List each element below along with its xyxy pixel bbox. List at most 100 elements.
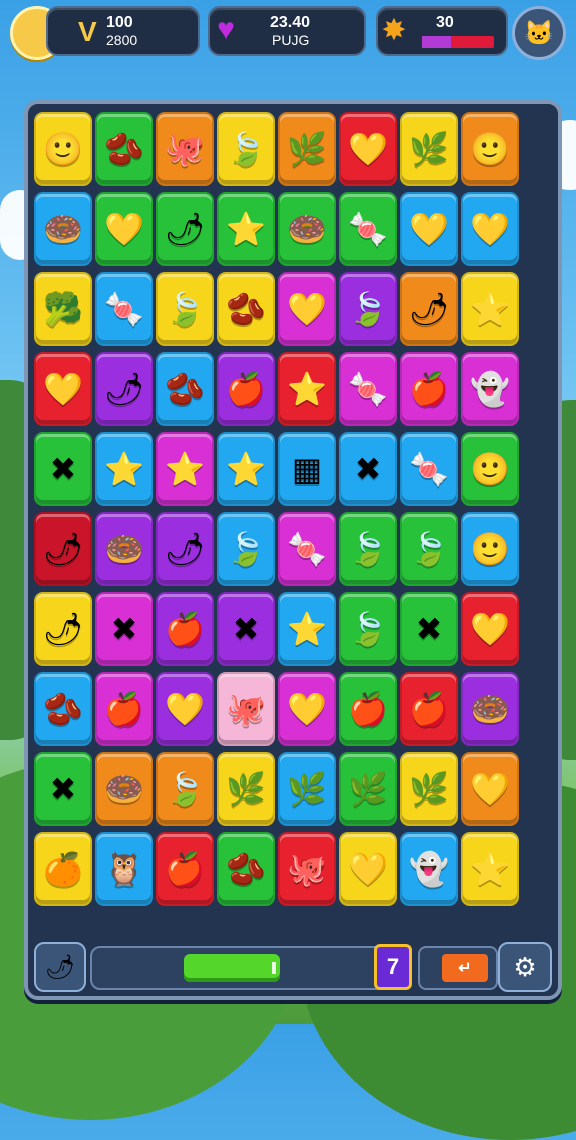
tile-ring[interactable]: 🍩 — [278, 192, 336, 266]
tile-cross[interactable]: ✖ — [400, 592, 458, 666]
tile-apple[interactable]: 🍎 — [400, 352, 458, 426]
tile-sprout[interactable]: 🌿 — [217, 752, 275, 826]
tile-heart[interactable]: 💛 — [461, 192, 519, 266]
tile-cross[interactable]: ✖ — [217, 592, 275, 666]
tile-pepper[interactable]: 🌶 — [34, 512, 92, 586]
tile-cross[interactable]: ✖ — [95, 592, 153, 666]
tile-apple[interactable]: 🍎 — [156, 832, 214, 906]
ring-icon: 🍩 — [43, 211, 83, 247]
shuffle-panel[interactable]: ↵ — [418, 946, 498, 990]
tile-star[interactable]: ⭐ — [95, 432, 153, 506]
tile-face[interactable]: 🙂 — [461, 432, 519, 506]
tile-leaf[interactable]: 🍃 — [339, 512, 397, 586]
tile-candy[interactable]: 🍬 — [400, 432, 458, 506]
tile-pepper[interactable]: 🌶 — [156, 192, 214, 266]
tile-cross[interactable]: ✖ — [34, 752, 92, 826]
tile-sprout[interactable]: 🌿 — [400, 112, 458, 186]
star-icon: ⭐ — [470, 291, 510, 327]
tile-owl[interactable]: 🦉 — [95, 832, 153, 906]
tile-bush[interactable]: 🥦 — [34, 272, 92, 346]
tile-heart[interactable]: 💛 — [461, 592, 519, 666]
tile-leaf[interactable]: 🍃 — [400, 512, 458, 586]
tile-cross[interactable]: ✖ — [34, 432, 92, 506]
octopus-icon: 🐙 — [165, 131, 205, 167]
tile-bean[interactable]: 🫘 — [34, 672, 92, 746]
tile-octopus[interactable]: 🐙 — [156, 112, 214, 186]
tile-pepper[interactable]: 🌶 — [400, 272, 458, 346]
booster-button[interactable]: 🌶 — [34, 942, 86, 992]
tile-apple[interactable]: 🍎 — [217, 352, 275, 426]
tile-candy[interactable]: 🍬 — [339, 352, 397, 426]
tile-leaf[interactable]: 🍃 — [339, 272, 397, 346]
tile-face[interactable]: 🙂 — [461, 112, 519, 186]
tile-leaf[interactable]: 🍃 — [156, 272, 214, 346]
candy-icon: 🍬 — [287, 531, 327, 567]
coins-line1: 100 — [106, 14, 133, 31]
tile-sprout[interactable]: 🌿 — [278, 752, 336, 826]
tile-candy[interactable]: 🍬 — [95, 272, 153, 346]
tile-apple[interactable]: 🍎 — [400, 672, 458, 746]
tile-star[interactable]: ⭐ — [278, 592, 336, 666]
tile-bean[interactable]: 🫘 — [95, 112, 153, 186]
tile-sprout[interactable]: 🌿 — [278, 112, 336, 186]
tile-heart[interactable]: 💛 — [278, 672, 336, 746]
tile-octopus[interactable]: 🐙 — [278, 832, 336, 906]
tile-star[interactable]: ⭐ — [461, 832, 519, 906]
tile-leaf[interactable]: 🍃 — [217, 512, 275, 586]
heart-icon: 💛 — [287, 691, 327, 727]
tile-bean[interactable]: 🫘 — [217, 832, 275, 906]
tile-star[interactable]: ⭐ — [217, 192, 275, 266]
candy-icon: 🍬 — [409, 451, 449, 487]
tile-star[interactable]: ⭐ — [461, 272, 519, 346]
tile-heart[interactable]: 💛 — [156, 672, 214, 746]
tile-heart[interactable]: 💛 — [339, 832, 397, 906]
tile-star[interactable]: ⭐ — [156, 432, 214, 506]
tile-star[interactable]: ⭐ — [217, 432, 275, 506]
tile-apple[interactable]: 🍎 — [339, 672, 397, 746]
tile-candy[interactable]: 🍬 — [339, 192, 397, 266]
settings-button[interactable]: ⚙ — [498, 942, 552, 992]
face-icon: 🙂 — [470, 451, 510, 487]
tile-pepper[interactable]: 🌶 — [156, 512, 214, 586]
tile-ring[interactable]: 🍩 — [95, 752, 153, 826]
tile-star[interactable]: ⭐ — [278, 352, 336, 426]
tile-heart[interactable]: 💛 — [278, 272, 336, 346]
tile-bean[interactable]: 🫘 — [217, 272, 275, 346]
tile-cross[interactable]: ✖ — [339, 432, 397, 506]
apple-icon: 🍎 — [409, 371, 449, 407]
tile-grid[interactable]: ▦ — [278, 432, 336, 506]
tile-sprout[interactable]: 🌿 — [339, 752, 397, 826]
sprout-icon: 🌿 — [409, 771, 449, 807]
tile-leaf[interactable]: 🍃 — [339, 592, 397, 666]
tile-candy[interactable]: 🍬 — [278, 512, 336, 586]
tile-ghost[interactable]: 👻 — [461, 352, 519, 426]
tile-leaf[interactable]: 🍃 — [156, 752, 214, 826]
profile-button[interactable]: 🐱 — [512, 6, 566, 60]
tile-ring[interactable]: 🍩 — [461, 672, 519, 746]
coins-line2: 2800 — [106, 32, 138, 48]
tile-ghost[interactable]: 👻 — [400, 832, 458, 906]
tile-face[interactable]: 🙂 — [34, 112, 92, 186]
tile-pepper[interactable]: 🌶 — [95, 352, 153, 426]
tile-bean[interactable]: 🫘 — [156, 352, 214, 426]
tile-heart[interactable]: 💛 — [34, 352, 92, 426]
tile-leaf[interactable]: 🍃 — [217, 112, 275, 186]
tile-octopus[interactable]: 🐙 — [217, 672, 275, 746]
tile-orange[interactable]: 🍊 — [34, 832, 92, 906]
tile-heart[interactable]: 💛 — [461, 752, 519, 826]
tile-heart[interactable]: 💛 — [400, 192, 458, 266]
tile-sprout[interactable]: 🌿 — [400, 752, 458, 826]
tile-apple[interactable]: 🍎 — [95, 672, 153, 746]
tile-ring[interactable]: 🍩 — [95, 512, 153, 586]
pepper-icon: 🌶 — [44, 953, 76, 981]
tile-heart[interactable]: 💛 — [95, 192, 153, 266]
tile-heart[interactable]: 💛 — [339, 112, 397, 186]
tile-ring[interactable]: 🍩 — [34, 192, 92, 266]
tile-face[interactable]: 🙂 — [461, 512, 519, 586]
pepper-icon: 🌶 — [164, 531, 206, 567]
tile-pepper[interactable]: 🌶 — [34, 592, 92, 666]
leaf-icon: 🍃 — [226, 131, 266, 167]
leaf-icon: 🍃 — [348, 291, 388, 327]
tile-apple[interactable]: 🍎 — [156, 592, 214, 666]
energy-bar — [422, 36, 494, 48]
